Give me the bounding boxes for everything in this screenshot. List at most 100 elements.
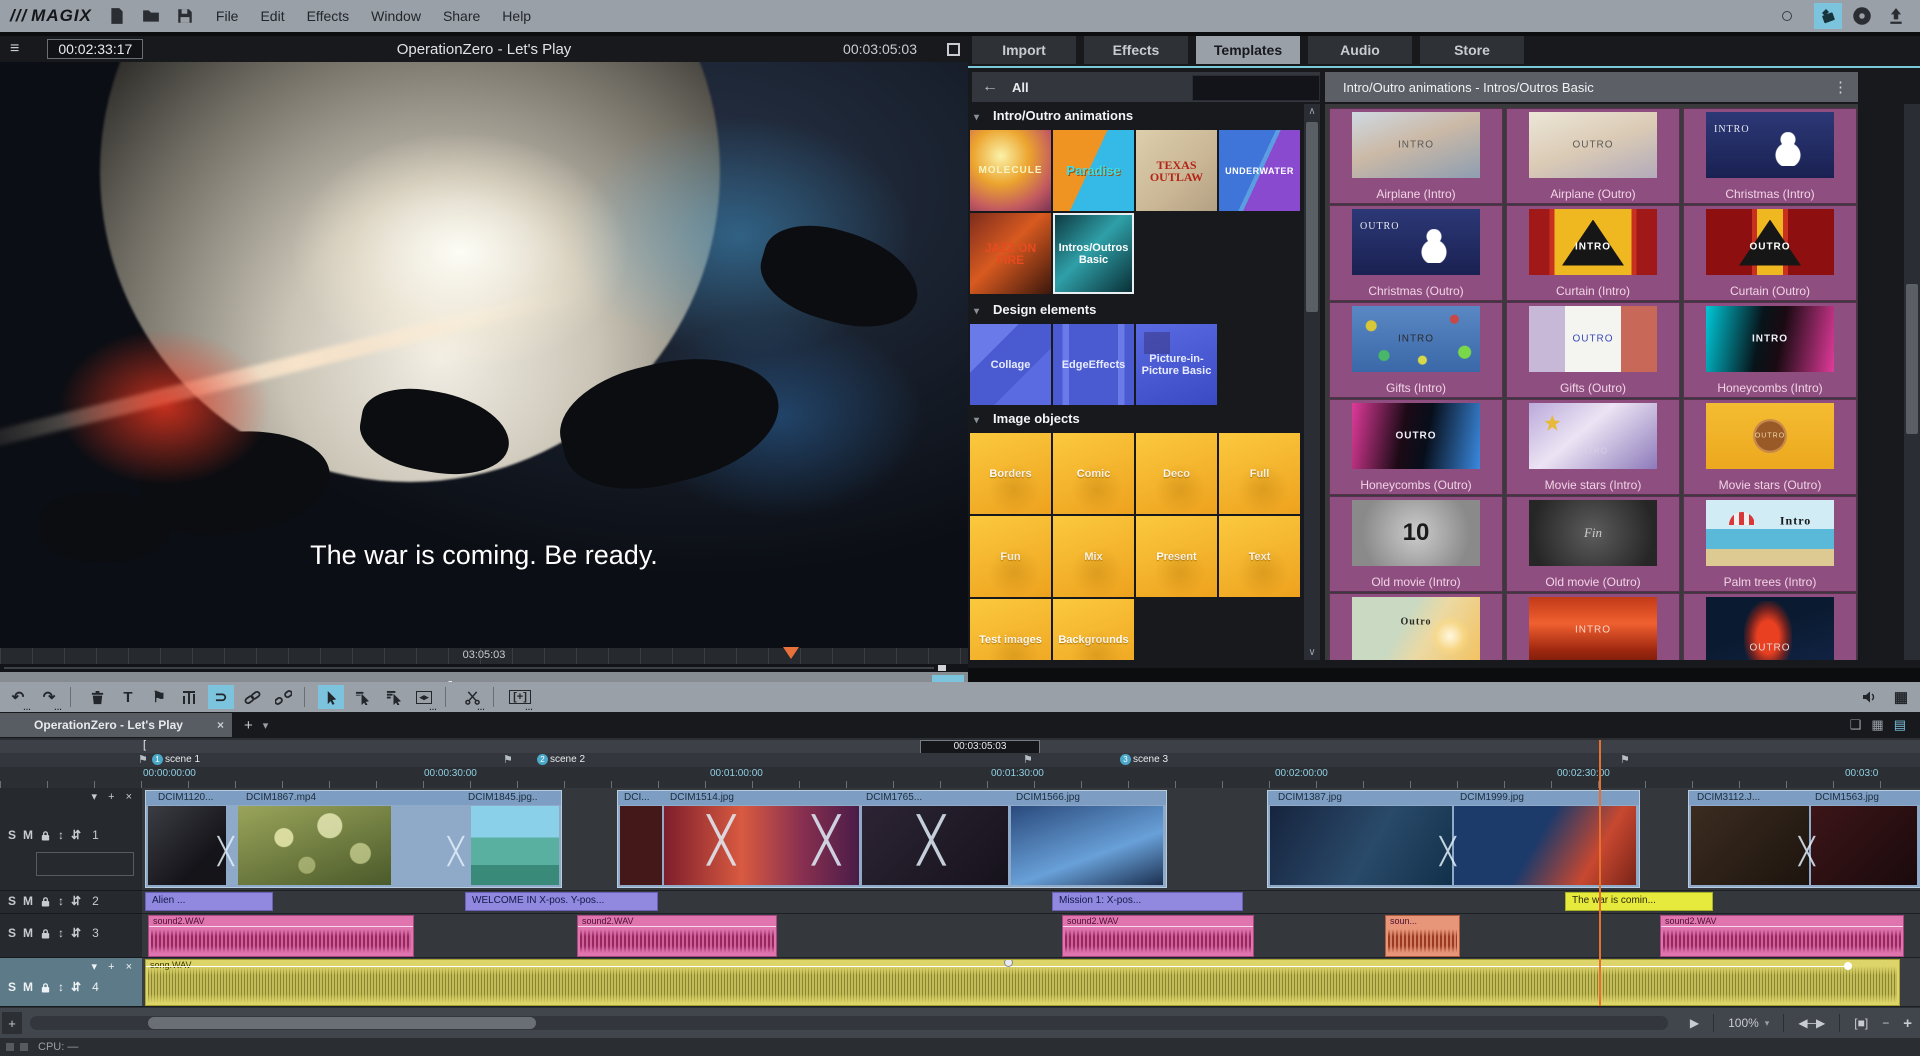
- template-palm-trees-outro[interactable]: Outro: [1329, 593, 1503, 660]
- tab-effects[interactable]: Effects: [1084, 36, 1188, 64]
- marker-flag-icon[interactable]: ⚑: [138, 753, 148, 766]
- fit-screen-button[interactable]: [■]: [1854, 1016, 1868, 1030]
- title-clip[interactable]: WELCOME IN X-pos. Y-pos...: [465, 892, 658, 911]
- category-tile-deco[interactable]: Deco: [1136, 433, 1217, 514]
- tab-audio[interactable]: Audio: [1308, 36, 1412, 64]
- timeline-view-button[interactable]: ▤: [1894, 717, 1906, 733]
- scroll-right-button[interactable]: ▶: [1690, 1016, 1699, 1030]
- category-tile-mix[interactable]: Mix: [1053, 516, 1134, 597]
- audio-clip[interactable]: soun...: [1385, 915, 1460, 957]
- category-tile-intros-outros-basic[interactable]: Intros/Outros Basic: [1053, 213, 1134, 294]
- time-ruler[interactable]: 00:00:00:00 00:00:30:00 00:01:00:00 00:0…: [0, 767, 1920, 781]
- category-tile-borders[interactable]: Borders: [970, 433, 1051, 514]
- category-tile-test-images[interactable]: Test images: [970, 599, 1051, 660]
- title-tool-button[interactable]: T: [115, 685, 141, 709]
- menu-file[interactable]: File: [216, 8, 239, 24]
- template-curtain-intro[interactable]: INTRO Curtain (Intro): [1506, 205, 1680, 301]
- redo-button[interactable]: ↷…: [36, 685, 62, 709]
- range-strip[interactable]: [ 00:03:05:03: [0, 740, 1920, 753]
- video-viewport[interactable]: The war is coming. Be ready.: [0, 62, 968, 648]
- tab-store[interactable]: Store: [1420, 36, 1524, 64]
- audio-clip[interactable]: sound2.WAV: [1062, 915, 1254, 957]
- scene-marker-1[interactable]: 1scene 1: [152, 754, 200, 765]
- category-tile-comic[interactable]: Comic: [1053, 433, 1134, 514]
- title-clip-active[interactable]: The war is comin...: [1565, 892, 1713, 911]
- export-upload-button[interactable]: [1882, 3, 1910, 29]
- marker-flag-icon[interactable]: ⚑: [1023, 753, 1033, 766]
- tab-templates[interactable]: Templates: [1196, 36, 1300, 64]
- category-tile-underwater[interactable]: UNDERWATER: [1219, 130, 1300, 211]
- stretch-tool-button[interactable]: ◂▸…: [411, 685, 437, 709]
- link-button[interactable]: [239, 685, 265, 709]
- music-clip[interactable]: song.WAV: [145, 959, 1900, 1006]
- unlink-button[interactable]: [270, 685, 296, 709]
- storyboard-view-button[interactable]: ▦: [1871, 717, 1883, 733]
- crossfade-icon[interactable]: ╳: [1799, 829, 1815, 873]
- delete-button[interactable]: [84, 685, 110, 709]
- menu-window[interactable]: Window: [371, 8, 421, 24]
- burn-disc-button[interactable]: [1848, 3, 1876, 29]
- preview-view-button[interactable]: ❑: [1850, 717, 1862, 733]
- browser-scrollbar[interactable]: ∧ ∨: [1304, 104, 1320, 660]
- tab-list-chevron-icon[interactable]: ▾: [263, 719, 269, 732]
- category-tile-full[interactable]: Full: [1219, 433, 1300, 514]
- audio-clip[interactable]: sound2.WAV: [577, 915, 777, 957]
- template-airplane-intro[interactable]: INTRO Airplane (Intro): [1329, 108, 1503, 204]
- undo-button[interactable]: ↶…: [5, 685, 31, 709]
- new-tab-button[interactable]: +: [244, 717, 253, 734]
- video-clip-group[interactable]: DCIM3112.J... DCIM1563.jpg ╳: [1688, 790, 1920, 888]
- menu-effects[interactable]: Effects: [307, 8, 350, 24]
- category-tile-edgeeffects[interactable]: EdgeEffects: [1053, 324, 1134, 405]
- template-curtain-outro[interactable]: OUTRO Curtain (Outro): [1683, 205, 1857, 301]
- template-search-input[interactable]: [1192, 75, 1320, 101]
- scroll-up-icon[interactable]: ∧: [1304, 106, 1320, 117]
- audio-clip[interactable]: sound2.WAV: [1660, 915, 1904, 957]
- template-palm-trees-intro[interactable]: Intro Palm trees (Intro): [1683, 496, 1857, 592]
- category-tile-paradise[interactable]: Paradise: [1053, 130, 1134, 211]
- current-timecode[interactable]: 00:02:33:17: [47, 39, 143, 59]
- category-tile-text[interactable]: Text: [1219, 516, 1300, 597]
- timeline-hscrollbar[interactable]: [30, 1016, 1668, 1030]
- title-clip[interactable]: Alien ...: [145, 892, 273, 911]
- template-old-movie-intro[interactable]: 10 Old movie (Intro): [1329, 496, 1503, 592]
- volume-envelope[interactable]: [149, 926, 413, 927]
- volume-envelope[interactable]: [1661, 926, 1903, 927]
- snap-magnet-button[interactable]: ⊃: [208, 685, 234, 709]
- kebab-menu-icon[interactable]: ⋮: [1833, 78, 1848, 96]
- master-volume-button[interactable]: [1857, 685, 1883, 709]
- volume-envelope[interactable]: [146, 966, 1846, 967]
- template-silk-intro[interactable]: INTRO: [1506, 593, 1680, 660]
- select-tool-button[interactable]: [318, 685, 344, 709]
- marker-flag-icon[interactable]: ⚑: [503, 753, 513, 766]
- timeline-playhead[interactable]: [1599, 740, 1601, 1006]
- crossfade-icon[interactable]: ╳: [448, 829, 464, 873]
- category-tile-collage[interactable]: Collage: [970, 324, 1051, 405]
- category-tile-fun[interactable]: Fun: [970, 516, 1051, 597]
- menu-edit[interactable]: Edit: [260, 8, 284, 24]
- volume-envelope[interactable]: [578, 926, 776, 927]
- template-honeycombs-intro[interactable]: INTRO Honeycombs (Intro): [1683, 302, 1857, 398]
- mixer-button[interactable]: ▦: [1888, 685, 1914, 709]
- section-intro-outro[interactable]: ▾Intro/Outro animations: [974, 108, 1133, 123]
- template-gifts-intro[interactable]: INTRO Gifts (Intro): [1329, 302, 1503, 398]
- playhead-marker-icon[interactable]: [783, 647, 799, 659]
- category-filter-label[interactable]: All: [1012, 80, 1029, 95]
- object-select-tool-button[interactable]: [349, 685, 375, 709]
- split-button[interactable]: …: [459, 685, 485, 709]
- template-flame-outro[interactable]: OUTRO: [1683, 593, 1857, 660]
- volume-envelope[interactable]: [1063, 926, 1253, 927]
- marker-button[interactable]: ⚑: [146, 685, 172, 709]
- crossfade-icon[interactable]: ╳: [1440, 829, 1456, 873]
- add-track-button[interactable]: +: [2, 1012, 22, 1034]
- crossfade-icon[interactable]: ╳: [218, 829, 234, 873]
- video-clip-group[interactable]: DCI... DCIM1514.jpg DCIM1765... DCIM1566…: [617, 790, 1167, 888]
- template-christmas-intro[interactable]: INTRO Christmas (Intro): [1683, 108, 1857, 204]
- marker-row[interactable]: ⚑ 1scene 1 ⚑ 2scene 2 ⚑ 3scene 3 ⚑: [0, 753, 1920, 767]
- template-honeycombs-outro[interactable]: OUTRO Honeycombs (Outro): [1329, 399, 1503, 495]
- section-design-elements[interactable]: ▾Design elements: [974, 302, 1096, 317]
- save-icon[interactable]: [176, 7, 194, 25]
- section-image-objects[interactable]: ▾Image objects: [974, 411, 1080, 426]
- marker-flag-icon[interactable]: ⚑: [1620, 753, 1630, 766]
- category-tile-present[interactable]: Present: [1136, 516, 1217, 597]
- crossfade-icon[interactable]: ╳: [813, 819, 840, 863]
